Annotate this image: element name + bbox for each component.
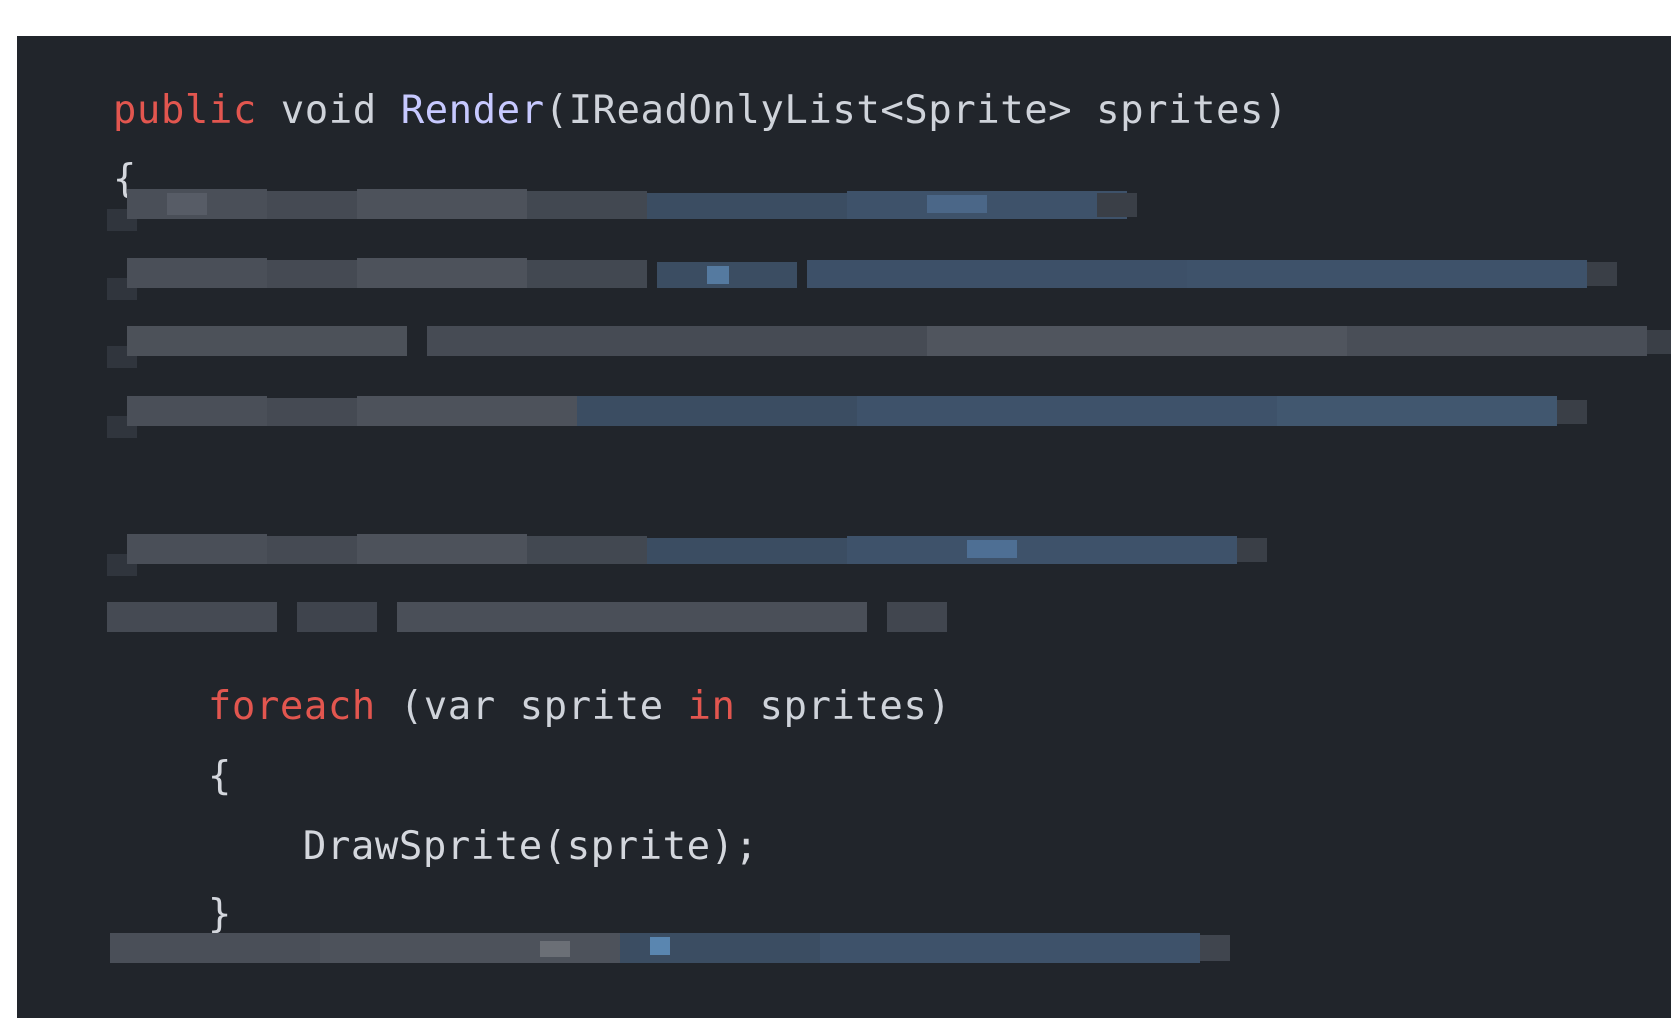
code-line-foreach: foreach (var sprite in sprites) [112, 632, 951, 729]
code-line-draw-call: DrawSprite(sprite); [207, 772, 759, 869]
redacted-code-line [107, 179, 1137, 231]
redacted-code-line [107, 524, 1267, 576]
code-line-open-brace: { [17, 105, 137, 202]
method-name: Render [400, 88, 545, 133]
foreach-collection: sprites) [735, 684, 952, 729]
method-params: (IReadOnlyList<Sprite> sprites) [544, 88, 1288, 133]
keyword-void: void [256, 88, 401, 133]
code-editor-panel[interactable]: public void Render(IReadOnlyList<Sprite>… [17, 36, 1671, 1018]
keyword-foreach: foreach [207, 684, 376, 729]
redacted-code-line [107, 386, 1587, 438]
code-line-foreach-close-brace: } [112, 840, 232, 937]
keyword-in: in [687, 684, 736, 729]
redacted-code-line [110, 923, 1230, 975]
code-line-signature: public void Render(IReadOnlyList<Sprite>… [17, 36, 1288, 133]
foreach-var-declaration: (var sprite [375, 684, 688, 729]
redacted-code-line [107, 316, 1671, 368]
code-line-foreach-open-brace: { [112, 702, 232, 799]
draw-sprite-call: DrawSprite(sprite); [302, 824, 759, 869]
redacted-code-line [107, 248, 1617, 300]
